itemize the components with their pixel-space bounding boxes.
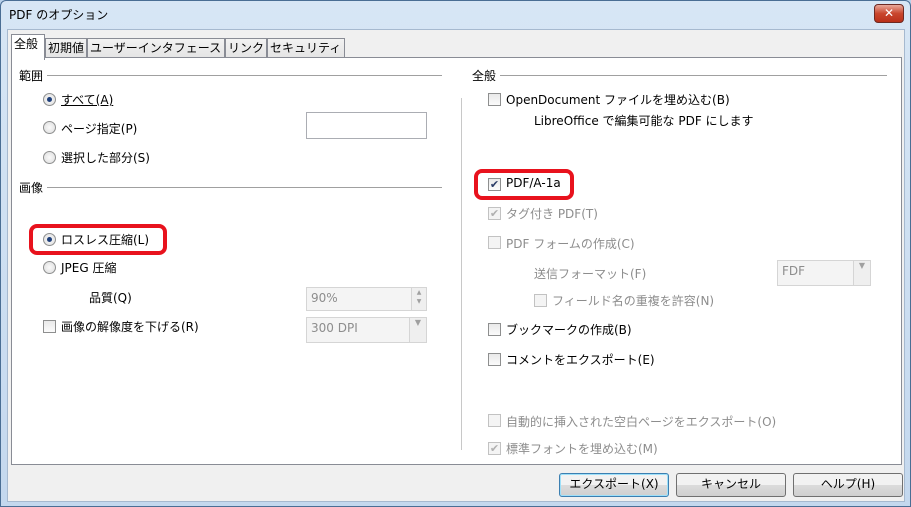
quality-spinbox[interactable]: 90% ▲ ▼ <box>306 287 427 311</box>
help-button[interactable]: ヘルプ(H) <box>793 473 903 497</box>
pdf-form-label[interactable]: PDF フォームの作成(C) <box>506 235 635 252</box>
comments-checkbox[interactable] <box>488 353 501 366</box>
tab-initial-view[interactable]: 初期値 <box>45 38 87 59</box>
radio-jpeg[interactable] <box>43 261 56 274</box>
resolution-value: 300 DPI <box>311 321 358 335</box>
spin-arrows-icon[interactable]: ▲ ▼ <box>411 288 426 310</box>
opendocument-label[interactable]: OpenDocument ファイルを埋め込む(B) <box>506 91 730 108</box>
tab-user-interface[interactable]: ユーザーインタフェース <box>87 38 225 59</box>
bookmarks-label[interactable]: ブックマークの作成(B) <box>506 321 632 338</box>
page-range-input[interactable] <box>306 112 427 139</box>
radio-all[interactable] <box>43 93 56 106</box>
dialog-client-area: 全般 初期値 ユーザーインタフェース リンク セキュリティ 範囲 すべて(A) … <box>7 29 905 502</box>
radio-selection-label[interactable]: 選択した部分(S) <box>61 149 150 166</box>
radio-lossless[interactable] <box>43 233 56 246</box>
allow-duplicate-checkbox[interactable] <box>534 294 547 307</box>
column-separator <box>461 98 462 450</box>
reduce-resolution-checkbox[interactable] <box>43 320 56 333</box>
export-button[interactable]: エクスポート(X) <box>559 473 669 497</box>
close-button[interactable]: ✕ <box>874 4 904 23</box>
allow-duplicate-label[interactable]: フィールド名の重複を許容(N) <box>552 292 714 309</box>
radio-all-label[interactable]: すべて(A) <box>61 91 113 108</box>
bookmarks-checkbox[interactable] <box>488 323 501 336</box>
opendocument-note: LibreOffice で編集可能な PDF にします <box>534 114 754 128</box>
auto-blank-pages-label[interactable]: 自動的に挿入された空白ページをエクスポート(O) <box>506 413 776 430</box>
range-heading: 範囲 <box>19 69 44 83</box>
cancel-button[interactable]: キャンセル <box>676 473 786 497</box>
pdfa-checkbox[interactable]: ✔ <box>488 178 501 191</box>
tab-security[interactable]: セキュリティ <box>267 38 345 59</box>
resolution-dropdown[interactable]: 300 DPI ▼ <box>306 317 427 343</box>
pdf-form-checkbox[interactable] <box>488 236 501 249</box>
range-divider <box>47 75 442 76</box>
radio-pages-label[interactable]: ページ指定(P) <box>61 120 137 137</box>
quality-value: 90% <box>311 291 338 305</box>
radio-selection[interactable] <box>43 151 56 164</box>
reduce-resolution-label[interactable]: 画像の解像度を下げる(R) <box>61 318 199 335</box>
submit-format-label: 送信フォーマット(F) <box>534 267 647 281</box>
tagged-pdf-label[interactable]: タグ付き PDF(T) <box>506 205 598 222</box>
image-divider <box>47 187 442 188</box>
radio-pages[interactable] <box>43 121 56 134</box>
tab-general[interactable]: 全般 <box>11 34 45 60</box>
chevron-down-icon[interactable]: ▼ <box>853 261 870 285</box>
comments-label[interactable]: コメントをエクスポート(E) <box>506 351 655 368</box>
submit-format-dropdown[interactable]: FDF ▼ <box>777 260 871 286</box>
pdfa-label[interactable]: PDF/A-1a <box>506 176 561 190</box>
embed-fonts-checkbox[interactable]: ✔ <box>488 442 501 455</box>
general-divider <box>500 75 887 76</box>
pdf-options-dialog: PDF のオプション ✕ 全般 初期値 ユーザーインタフェース リンク セキュリ… <box>0 0 911 507</box>
auto-blank-pages-checkbox[interactable] <box>488 414 501 427</box>
general-panel: 範囲 すべて(A) ページ指定(P) 選択した部分(S) 画像 ロスレス圧縮(L… <box>11 57 902 465</box>
radio-jpeg-label[interactable]: JPEG 圧縮 <box>61 259 116 276</box>
tab-links[interactable]: リンク <box>225 38 267 59</box>
image-heading: 画像 <box>19 181 44 195</box>
close-icon: ✕ <box>883 6 895 20</box>
quality-label: 品質(Q) <box>89 291 132 305</box>
chevron-down-icon[interactable]: ▼ <box>409 318 426 342</box>
general-heading: 全般 <box>472 69 497 83</box>
embed-fonts-label[interactable]: 標準フォントを埋め込む(M) <box>506 440 658 457</box>
radio-lossless-label[interactable]: ロスレス圧縮(L) <box>61 231 149 248</box>
submit-format-value: FDF <box>782 264 806 278</box>
tagged-pdf-checkbox[interactable]: ✔ <box>488 207 501 220</box>
title-bar: PDF のオプション ✕ <box>1 1 910 27</box>
dialog-title: PDF のオプション <box>9 8 109 22</box>
opendocument-checkbox[interactable] <box>488 93 501 106</box>
